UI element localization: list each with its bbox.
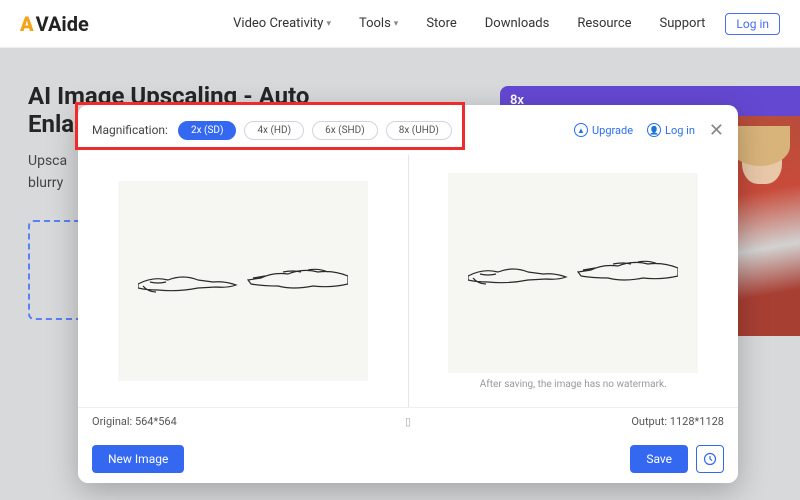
nav-tools[interactable]: Tools▾ bbox=[359, 16, 398, 31]
site-header: AVAide Video Creativity▾ Tools▾ Store Do… bbox=[0, 0, 800, 48]
hands-illustration bbox=[138, 256, 348, 306]
nav-downloads[interactable]: Downloads bbox=[485, 16, 550, 31]
brand-text: VAide bbox=[36, 12, 89, 36]
mag-option-4x[interactable]: 4x (HD) bbox=[244, 121, 304, 140]
nav-support[interactable]: Support bbox=[660, 16, 706, 31]
nav-resource[interactable]: Resource bbox=[577, 16, 631, 31]
original-image bbox=[118, 181, 368, 381]
output-pane: After saving, the image has no watermark… bbox=[409, 155, 739, 407]
magnification-label: Magnification: bbox=[92, 123, 168, 137]
new-image-button[interactable]: New Image bbox=[92, 445, 184, 473]
mag-option-6x[interactable]: 6x (SHD) bbox=[312, 121, 378, 140]
page-subtitle: Upscablurry bbox=[28, 150, 67, 195]
chevron-down-icon: ▾ bbox=[394, 19, 399, 29]
modal-login-button[interactable]: 👤 Log in bbox=[647, 123, 695, 137]
main-nav: Video Creativity▾ Tools▾ Store Downloads… bbox=[233, 16, 705, 31]
close-icon[interactable]: ✕ bbox=[709, 120, 724, 141]
copy-icon[interactable]: ▯ bbox=[401, 415, 415, 428]
compare-area: After saving, the image has no watermark… bbox=[78, 155, 738, 407]
nav-store[interactable]: Store bbox=[426, 16, 456, 31]
brand-icon: A bbox=[20, 12, 34, 36]
mag-option-8x[interactable]: 8x (UHD) bbox=[386, 121, 452, 140]
original-dimensions: Original: 564*564 bbox=[92, 415, 401, 428]
output-image bbox=[448, 173, 698, 373]
output-dimensions: Output: 1128*1128 bbox=[415, 415, 724, 428]
user-icon: 👤 bbox=[647, 123, 661, 137]
watermark-note: After saving, the image has no watermark… bbox=[480, 379, 667, 390]
magnification-options: 2x (SD) 4x (HD) 6x (SHD) 8x (UHD) bbox=[178, 121, 452, 140]
dimensions-row: Original: 564*564 ▯ Output: 1128*1128 bbox=[78, 407, 738, 435]
mag-option-2x[interactable]: 2x (SD) bbox=[178, 121, 236, 140]
header-login-button[interactable]: Log in bbox=[725, 13, 780, 35]
original-pane bbox=[78, 155, 408, 407]
upscaler-modal: Magnification: 2x (SD) 4x (HD) 6x (SHD) … bbox=[78, 105, 738, 483]
modal-footer: New Image Save bbox=[78, 435, 738, 483]
modal-top-right: ▲ Upgrade 👤 Log in ✕ bbox=[574, 120, 724, 141]
hands-illustration bbox=[468, 248, 678, 298]
nav-video-creativity[interactable]: Video Creativity▾ bbox=[233, 16, 331, 31]
upgrade-button[interactable]: ▲ Upgrade bbox=[574, 123, 633, 137]
brand-logo[interactable]: AVAide bbox=[20, 12, 89, 36]
history-icon[interactable] bbox=[696, 445, 724, 473]
save-button[interactable]: Save bbox=[630, 445, 688, 473]
modal-toolbar: Magnification: 2x (SD) 4x (HD) 6x (SHD) … bbox=[78, 105, 738, 155]
upgrade-icon: ▲ bbox=[574, 123, 588, 137]
chevron-down-icon: ▾ bbox=[326, 19, 331, 29]
